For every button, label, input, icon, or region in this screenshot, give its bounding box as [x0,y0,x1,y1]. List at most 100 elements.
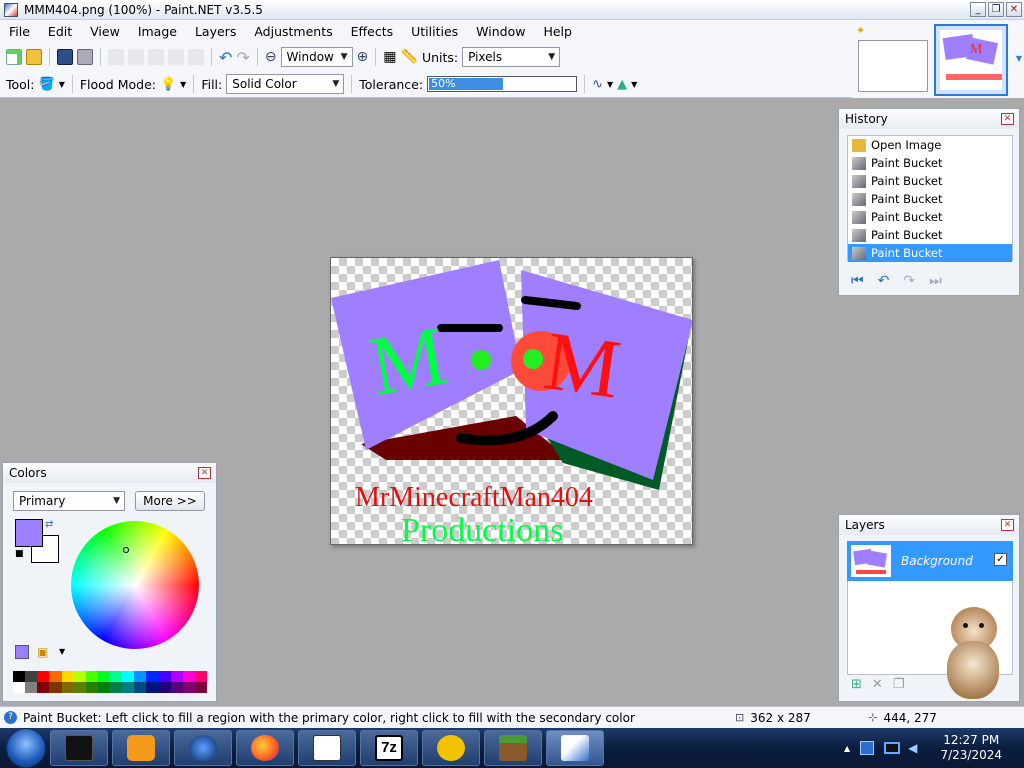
palette-swatch[interactable] [85,671,98,682]
palette-swatch[interactable] [182,671,195,682]
palette-menu-icon[interactable]: ▣ [37,645,48,659]
grid-icon[interactable]: ▦ [383,49,396,65]
palette-swatch[interactable] [194,682,207,693]
history-item[interactable]: Paint Bucket [848,244,1012,262]
image-canvas[interactable]: M M MrMinecraftMan404 Productions [330,257,693,545]
fill-combo[interactable]: Solid Color ▼ [226,74,345,94]
palette-swatch[interactable] [97,671,110,682]
palette-swatch[interactable] [13,682,26,693]
deselect-icon[interactable] [188,49,204,65]
blend-mode-icon[interactable]: ▲ [617,77,627,92]
volume-icon[interactable]: ◀ [908,741,917,755]
taskbar-app-globe[interactable] [174,730,232,766]
menu-view[interactable]: View [81,24,129,39]
history-item[interactable]: Paint Bucket [848,208,1012,226]
palette-swatch[interactable] [122,671,135,682]
palette-swatch[interactable] [134,671,147,682]
menu-layers[interactable]: Layers [186,24,245,39]
menu-file[interactable]: File [0,24,39,39]
palette-swatch[interactable] [61,671,74,682]
chevron-down-icon[interactable]: ▼ [607,80,613,89]
scroll-arrow-icon[interactable]: ▼ [1016,54,1022,63]
delete-layer-icon[interactable]: ✕ [872,677,883,692]
paint-bucket-icon[interactable]: 🪣 [39,77,55,92]
menu-utilities[interactable]: Utilities [402,24,467,39]
palette-swatch[interactable] [110,682,123,693]
save-icon[interactable] [57,49,73,65]
taskbar-app-firefox[interactable] [236,730,294,766]
taskbar-app-solitaire[interactable] [298,730,356,766]
undo-icon[interactable]: ↶ [219,48,232,67]
close-icon[interactable]: ✕ [1001,113,1014,125]
palette-swatch[interactable] [25,682,38,693]
chevron-down-icon[interactable]: ▼ [180,80,186,89]
palette-swatch[interactable] [49,682,62,693]
palette-swatch[interactable] [85,682,98,693]
menu-image[interactable]: Image [129,24,186,39]
swap-colors-icon[interactable]: ⇄ [45,519,53,530]
tolerance-slider[interactable]: 50% [427,76,578,92]
close-button[interactable]: ✕ [1006,2,1022,17]
layer-row-background[interactable]: Background ✓ [847,541,1013,581]
menu-window[interactable]: Window [467,24,534,39]
zoom-in-icon[interactable]: ⊕ [357,49,369,65]
taskbar-app-black[interactable] [50,730,108,766]
monitor-icon[interactable] [884,742,901,754]
color-wheel[interactable] [71,521,199,649]
menu-adjustments[interactable]: Adjustments [245,24,341,39]
palette-swatch[interactable] [170,682,183,693]
palette-swatch[interactable] [49,671,62,682]
history-item[interactable]: Open Image [848,136,1012,154]
chevron-down-icon[interactable]: ▼ [631,80,637,89]
units-combo[interactable]: Pixels ▼ [462,47,561,67]
palette-swatch[interactable] [170,671,183,682]
redo-icon[interactable]: ↷ [236,48,249,67]
palette-swatch[interactable] [194,671,207,682]
palette-swatch[interactable] [110,671,123,682]
tray-expand-icon[interactable]: ▲ [844,744,850,753]
color-mode-combo[interactable]: Primary ▼ [13,491,125,511]
taskbar-app-media[interactable] [112,730,170,766]
duplicate-layer-icon[interactable]: ❐ [893,677,905,692]
primary-swatch[interactable] [15,519,43,547]
open-icon[interactable] [26,49,42,65]
minimize-button[interactable]: _ [970,2,986,17]
layer-visibility-checkbox[interactable]: ✓ [994,553,1007,566]
close-icon[interactable]: ✕ [198,467,211,479]
palette-swatch[interactable] [158,682,171,693]
palette-swatch[interactable] [73,671,86,682]
palette-swatch[interactable] [37,682,50,693]
start-button[interactable] [6,728,46,768]
palette-swatch[interactable] [37,671,50,682]
palette-swatch[interactable] [61,682,74,693]
cut-icon[interactable] [108,49,124,65]
palette-swatch[interactable] [134,682,147,693]
taskbar-app-zoom[interactable] [422,730,480,766]
history-item[interactable]: Paint Bucket [848,154,1012,172]
ruler-icon[interactable]: 📏 [401,49,418,65]
network-icon[interactable] [860,741,875,755]
taskbar-app-7zip[interactable]: 7z [360,730,418,766]
history-item[interactable]: Paint Bucket [848,226,1012,244]
redo-icon[interactable]: ↷ [903,273,915,289]
zoom-out-icon[interactable]: ⊖ [265,49,277,65]
palette-swatch[interactable] [182,682,195,693]
paste-icon[interactable] [148,49,164,65]
add-color-icon[interactable] [15,645,29,659]
chevron-down-icon[interactable]: ▼ [59,647,65,656]
taskbar-app-minecraft[interactable] [484,730,542,766]
crop-icon[interactable] [168,49,184,65]
palette-swatch[interactable] [25,671,38,682]
close-icon[interactable]: ✕ [1001,519,1014,531]
clock[interactable]: 12:27 PM 7/23/2024 [940,733,1002,763]
palette-swatch[interactable] [13,671,26,682]
taskbar-app-paintnet[interactable] [546,730,604,766]
menu-help[interactable]: Help [534,24,581,39]
palette-swatch[interactable] [146,671,159,682]
copy-icon[interactable] [128,49,144,65]
chevron-down-icon[interactable]: ▼ [59,80,65,89]
image-tab-mmm404[interactable]: M [934,24,1008,96]
palette-swatch[interactable] [122,682,135,693]
menu-effects[interactable]: Effects [342,24,403,39]
history-item[interactable]: Paint Bucket [848,190,1012,208]
